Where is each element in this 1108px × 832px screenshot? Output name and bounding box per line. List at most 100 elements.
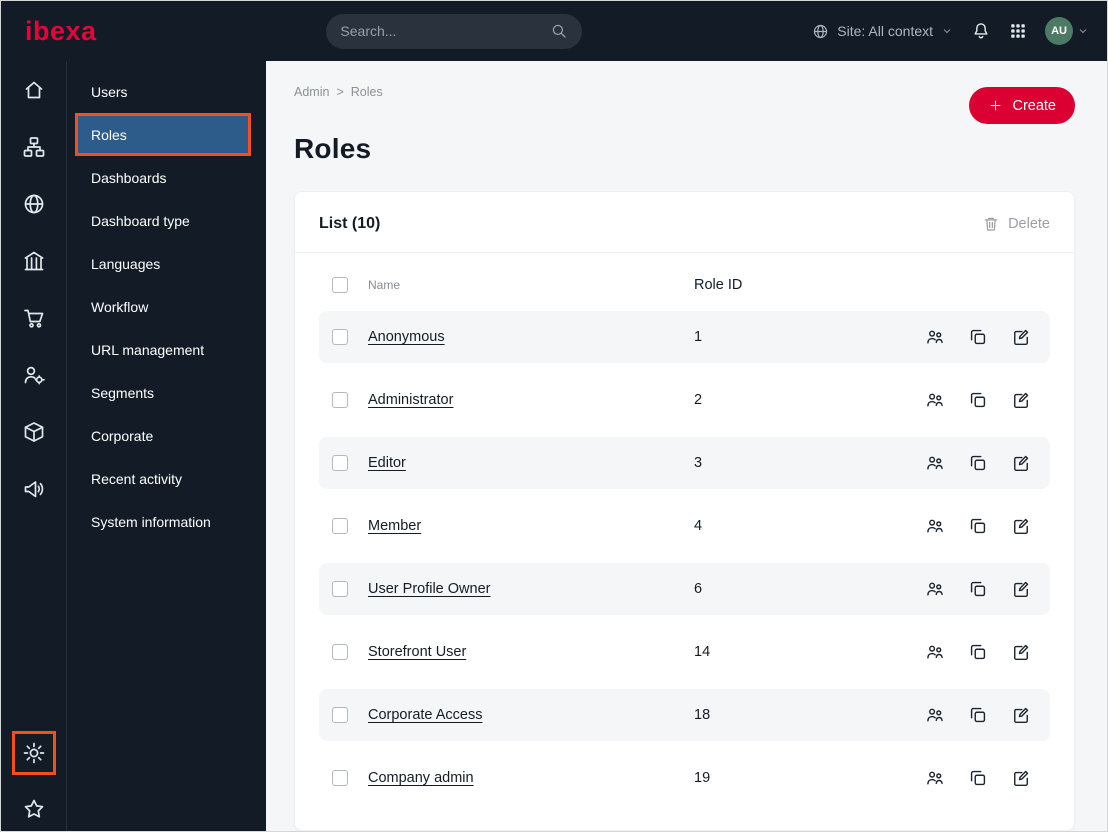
assign-icon[interactable] [925, 642, 945, 662]
sidebar-item-corporate[interactable]: Corporate [67, 414, 266, 457]
row-checkbox[interactable] [332, 455, 348, 471]
delete-button[interactable]: Delete [982, 215, 1050, 233]
personalization-icon[interactable] [22, 363, 46, 387]
sidebar-item-languages[interactable]: Languages [67, 242, 266, 285]
role-name-link[interactable]: User Profile Owner [368, 581, 490, 597]
search-icon[interactable] [550, 22, 568, 40]
row-checkbox[interactable] [332, 329, 348, 345]
column-header-role-id: Role ID [694, 277, 743, 293]
role-name-link[interactable]: Company admin [368, 770, 474, 786]
topbar-right-group: Site: All context AU [812, 17, 1089, 45]
assign-icon[interactable] [925, 516, 945, 536]
copy-icon[interactable] [968, 768, 988, 788]
copy-icon[interactable] [968, 516, 988, 536]
sidebar-item-label: Recent activity [91, 470, 183, 487]
row-checkbox[interactable] [332, 770, 348, 786]
copy-icon[interactable] [968, 327, 988, 347]
edit-icon[interactable] [1011, 516, 1031, 536]
copy-icon[interactable] [968, 390, 988, 410]
copy-icon[interactable] [968, 705, 988, 725]
gear-icon[interactable] [22, 741, 46, 765]
create-button[interactable]: Create [969, 87, 1075, 124]
topbar: ibexa Site: All context AU [1, 1, 1107, 61]
copy-icon[interactable] [968, 642, 988, 662]
assign-icon[interactable] [925, 768, 945, 788]
assign-icon[interactable] [925, 579, 945, 599]
row-checkbox[interactable] [332, 581, 348, 597]
search-input[interactable] [340, 23, 551, 39]
table-row: Member 4 [319, 500, 1050, 552]
catalog-icon[interactable] [22, 420, 46, 444]
megaphone-icon[interactable] [22, 477, 46, 501]
admin-gear-highlight[interactable] [11, 731, 56, 775]
role-name-link[interactable]: Editor [368, 455, 406, 471]
edit-icon[interactable] [1011, 768, 1031, 788]
admin-sidebar: Users Roles Dashboards Dashboard type La… [67, 61, 266, 831]
edit-icon[interactable] [1011, 579, 1031, 599]
table-row: Anonymous 1 [319, 311, 1050, 363]
sidebar-item-dashboards[interactable]: Dashboards [67, 156, 266, 199]
home-icon[interactable] [22, 78, 46, 102]
sidebar-item-url-management[interactable]: URL management [67, 328, 266, 371]
edit-icon[interactable] [1011, 705, 1031, 725]
roles-list-card: List (10) Delete Name Role ID Anonymous … [294, 191, 1075, 831]
row-checkbox[interactable] [332, 518, 348, 534]
sidebar-item-recent-activity[interactable]: Recent activity [67, 457, 266, 500]
chevron-down-icon [1077, 25, 1089, 37]
role-name-link[interactable]: Storefront User [368, 644, 466, 660]
sidebar-item-users[interactable]: Users [67, 70, 266, 113]
table-row: Storefront User 14 [319, 626, 1050, 678]
role-id: 2 [694, 392, 703, 408]
sidebar-item-segments[interactable]: Segments [67, 371, 266, 414]
sidebar-item-dashboard-type[interactable]: Dashboard type [67, 199, 266, 242]
bell-icon[interactable] [971, 21, 991, 41]
role-id: 4 [694, 518, 703, 534]
sidebar-item-roles[interactable]: Roles [75, 113, 251, 156]
assign-icon[interactable] [925, 453, 945, 473]
role-id: 3 [694, 455, 703, 471]
role-id: 19 [694, 770, 711, 786]
cart-icon[interactable] [22, 306, 46, 330]
site-context-selector[interactable]: Site: All context [812, 23, 953, 40]
table-row: Corporate Access 18 [319, 689, 1050, 741]
assign-icon[interactable] [925, 327, 945, 347]
edit-icon[interactable] [1011, 390, 1031, 410]
sidebar-item-system-information[interactable]: System information [67, 500, 266, 543]
company-icon[interactable] [22, 249, 46, 273]
sidebar-item-workflow[interactable]: Workflow [67, 285, 266, 328]
avatar[interactable]: AU [1045, 17, 1074, 45]
apps-grid-icon[interactable] [1009, 22, 1027, 40]
table-row: Company admin 19 [319, 752, 1050, 804]
star-icon[interactable] [22, 797, 46, 821]
ibexa-logo: ibexa [25, 15, 97, 46]
plus-icon [988, 98, 1003, 113]
user-menu[interactable]: AU [1045, 17, 1089, 45]
breadcrumb-roles[interactable]: Roles [351, 85, 383, 99]
edit-icon[interactable] [1011, 327, 1031, 347]
copy-icon[interactable] [968, 453, 988, 473]
assign-icon[interactable] [925, 390, 945, 410]
breadcrumb: Admin > Roles [294, 85, 1075, 99]
edit-icon[interactable] [1011, 642, 1031, 662]
sidebar-item-label: System information [91, 513, 211, 530]
role-name-link[interactable]: Anonymous [368, 329, 445, 345]
row-checkbox[interactable] [332, 644, 348, 660]
sidebar-item-label: Dashboards [91, 169, 167, 186]
row-checkbox[interactable] [332, 392, 348, 408]
assign-icon[interactable] [925, 705, 945, 725]
breadcrumb-separator: > [336, 85, 344, 99]
delete-button-label: Delete [1008, 216, 1050, 232]
edit-icon[interactable] [1011, 453, 1031, 473]
row-checkbox[interactable] [332, 707, 348, 723]
global-search[interactable] [326, 13, 583, 49]
breadcrumb-admin[interactable]: Admin [294, 85, 329, 99]
role-name-link[interactable]: Corporate Access [368, 707, 482, 723]
globe-icon[interactable] [22, 192, 46, 216]
sidebar-item-label: Workflow [91, 298, 149, 315]
role-name-link[interactable]: Member [368, 518, 421, 534]
create-button-label: Create [1012, 97, 1056, 114]
select-all-checkbox[interactable] [332, 277, 348, 293]
role-name-link[interactable]: Administrator [368, 392, 453, 408]
sitemap-icon[interactable] [22, 135, 46, 159]
copy-icon[interactable] [968, 579, 988, 599]
